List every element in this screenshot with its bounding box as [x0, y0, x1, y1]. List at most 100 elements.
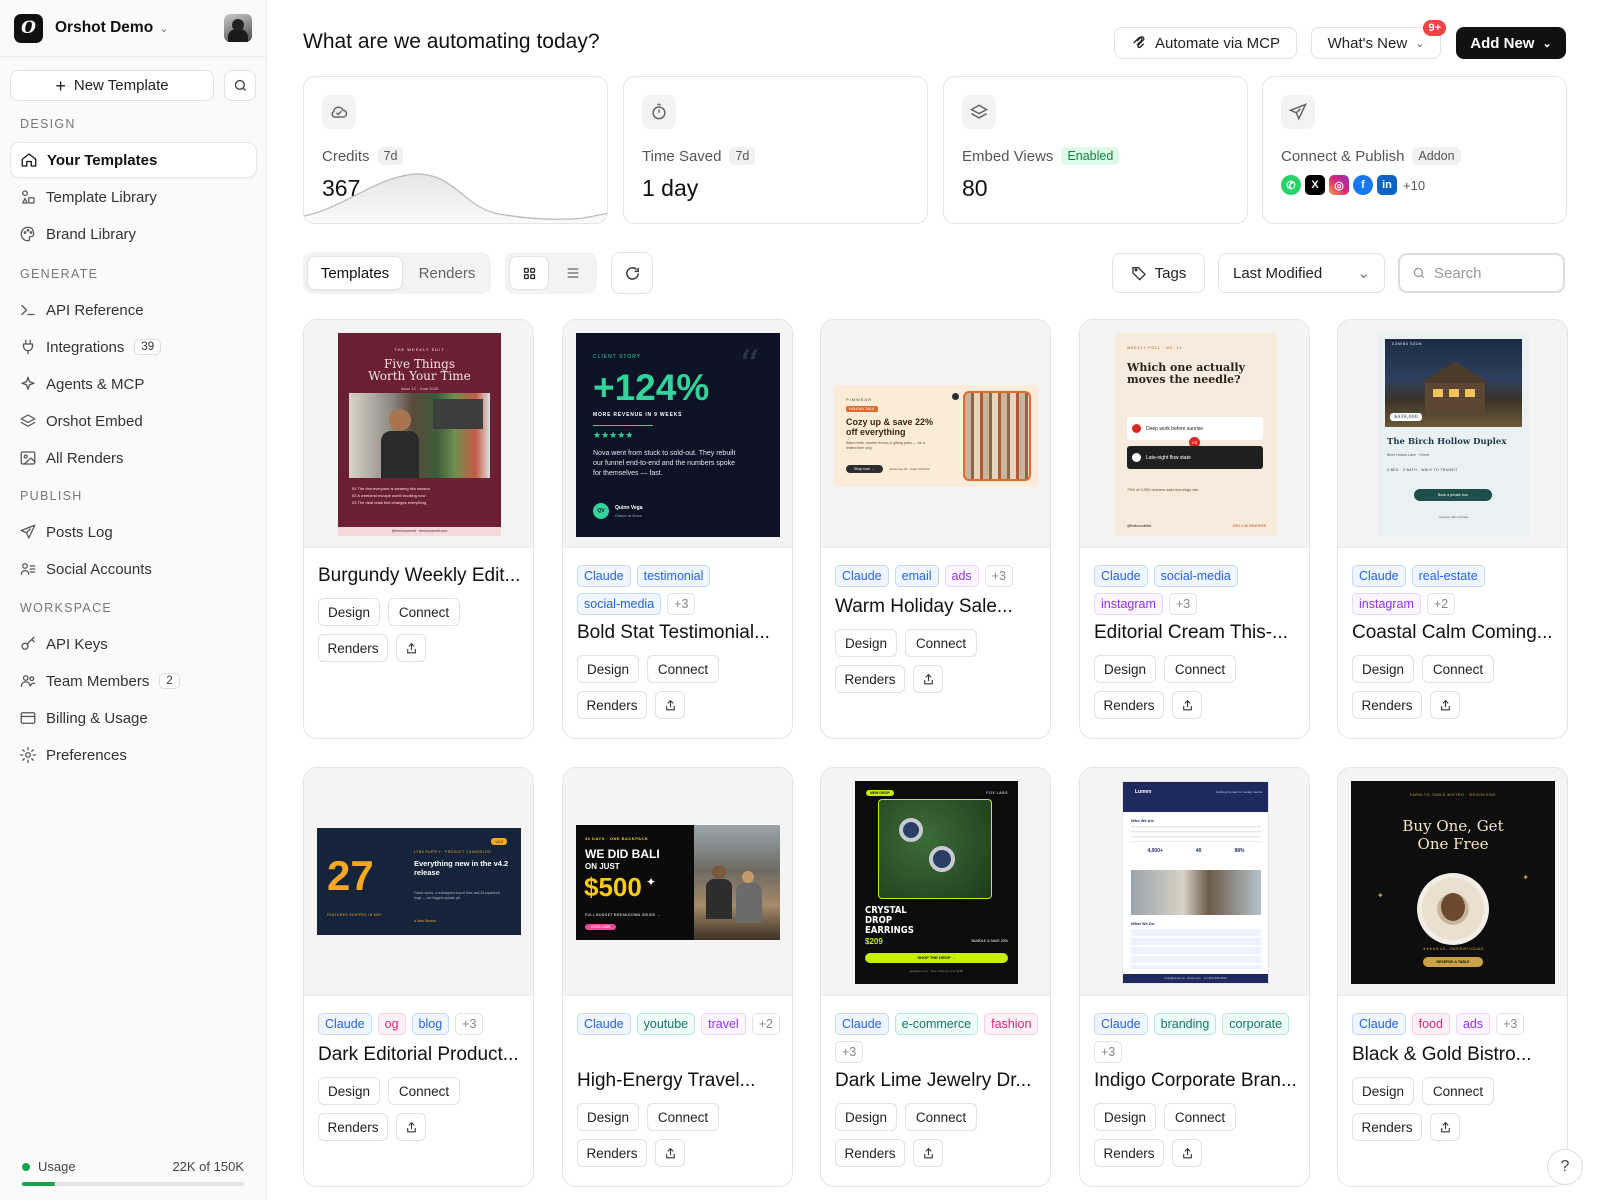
tag-chip[interactable]: Claude [1352, 565, 1406, 587]
tag-chip[interactable]: e-commerce [894, 1013, 979, 1035]
template-card[interactable]: COMING SOON $439,000 The Birch Hollow Du… [1337, 319, 1568, 739]
sidebar-item-billing-usage[interactable]: Billing & Usage [10, 700, 257, 736]
template-card[interactable]: FARM-TO-TABLE BISTRO · BROOKSIDE Buy One… [1337, 767, 1568, 1187]
template-thumbnail[interactable]: CLIENT STORY “ +124% MORE REVENUE IN 9 W… [563, 320, 792, 548]
sidebar-item-posts-log[interactable]: Posts Log [10, 514, 257, 550]
template-name[interactable]: Bold Stat Testimonial... [577, 622, 770, 644]
renders-button[interactable]: Renders [1352, 691, 1422, 719]
share-button[interactable] [1430, 691, 1460, 719]
renders-button[interactable]: Renders [1094, 1139, 1164, 1167]
sidebar-item-brand-library[interactable]: Brand Library [10, 216, 257, 252]
tag-chip[interactable]: +3 [984, 565, 1013, 587]
tag-chip[interactable]: +3 [667, 593, 696, 615]
renders-button[interactable]: Renders [318, 1113, 388, 1141]
template-name[interactable]: Dark Editorial Product... [318, 1044, 519, 1066]
template-thumbnail[interactable]: 27 FEATURES SHIPPED IN MAY v4.2 LYRA SUP… [304, 768, 533, 996]
share-button[interactable] [913, 665, 943, 693]
add-new-button[interactable]: Add New ⌄ [1456, 27, 1566, 59]
sidebar-item-team-members[interactable]: Team Members 2 [10, 663, 257, 699]
design-button[interactable]: Design [1352, 1077, 1414, 1105]
tag-chip[interactable]: +3 [1094, 1041, 1123, 1063]
tag-chip[interactable]: corporate [1222, 1013, 1290, 1035]
tag-chip[interactable]: Claude [577, 1013, 631, 1035]
tag-chip[interactable]: ads [944, 565, 979, 587]
sidebar-item-api-keys[interactable]: API Keys [10, 626, 257, 662]
stat-card-connect-publish[interactable]: Connect & Publish Addon ✆ X ◎ f in +10 [1262, 76, 1567, 224]
template-card[interactable]: THE WEEKLY EDIT Five Things Worth Your T… [303, 319, 534, 739]
tag-chip[interactable]: Claude [1094, 1013, 1148, 1035]
template-thumbnail[interactable]: PIMWEAR HOLIDAY SALE Cozy up & save 22% … [821, 320, 1050, 548]
tag-chip[interactable]: Claude [1352, 1013, 1406, 1035]
connect-button[interactable]: Connect [1164, 1103, 1236, 1131]
template-card[interactable]: 27 FEATURES SHIPPED IN MAY v4.2 LYRA SUP… [303, 767, 534, 1187]
share-button[interactable] [655, 691, 685, 719]
renders-button[interactable]: Renders [577, 691, 647, 719]
template-name[interactable]: Editorial Cream This-... [1094, 622, 1288, 644]
template-thumbnail[interactable]: WEEKLY POLL · NO. 14 Which one actually … [1080, 320, 1309, 548]
template-card[interactable]: CLIENT STORY “ +124% MORE REVENUE IN 9 W… [562, 319, 793, 739]
tag-chip[interactable]: +2 [1426, 593, 1456, 615]
sort-select[interactable]: Last Modified ⌄ [1218, 253, 1385, 293]
tag-chip[interactable]: travel [701, 1013, 746, 1035]
tag-chip[interactable]: social-media [1153, 565, 1238, 587]
design-button[interactable]: Design [1352, 655, 1414, 683]
tags-button[interactable]: Tags [1112, 253, 1205, 293]
share-button[interactable] [913, 1139, 943, 1167]
sidebar-item-orshot-embed[interactable]: Orshot Embed [10, 403, 257, 439]
sidebar-search-button[interactable] [224, 70, 256, 101]
tag-chip[interactable]: Claude [1094, 565, 1148, 587]
tag-chip[interactable]: og [377, 1013, 406, 1035]
avatar[interactable] [224, 14, 252, 42]
tag-chip[interactable]: ads [1455, 1013, 1491, 1035]
template-thumbnail[interactable]: COMING SOON $439,000 The Birch Hollow Du… [1338, 320, 1567, 548]
help-button[interactable]: ? [1547, 1149, 1583, 1185]
template-name[interactable]: Warm Holiday Sale... [835, 596, 1013, 618]
template-card[interactable]: NEW DROP FOX LABS CRYSTAL DROP EARRINGS … [820, 767, 1051, 1187]
tab-templates[interactable]: Templates [307, 256, 403, 290]
renders-button[interactable]: Renders [1094, 691, 1164, 719]
tag-chip[interactable]: Claude [577, 565, 631, 587]
connect-button[interactable]: Connect [647, 655, 719, 683]
connect-button[interactable]: Connect [1422, 1077, 1494, 1105]
design-button[interactable]: Design [577, 655, 639, 683]
template-name[interactable]: Burgundy Weekly Edit... [318, 565, 520, 587]
tag-chip[interactable]: real-estate [1411, 565, 1485, 587]
tag-chip[interactable]: social-media [577, 593, 662, 615]
sidebar-item-preferences[interactable]: Preferences [10, 737, 257, 773]
template-card[interactable]: Lumen Lighting the way for modern teams … [1079, 767, 1310, 1187]
renders-button[interactable]: Renders [835, 1139, 905, 1167]
template-name[interactable]: Dark Lime Jewelry Dr... [835, 1070, 1031, 1092]
template-thumbnail[interactable]: THE WEEKLY EDIT Five Things Worth Your T… [304, 320, 533, 548]
tag-chip[interactable]: Claude [835, 1013, 889, 1035]
tag-chip[interactable]: +3 [835, 1041, 864, 1063]
template-card[interactable]: WEEKLY POLL · NO. 14 Which one actually … [1079, 319, 1310, 739]
sidebar-item-api-reference[interactable]: API Reference [10, 292, 257, 328]
stat-card-time-saved[interactable]: Time Saved 7d 1 day [623, 76, 928, 224]
renders-button[interactable]: Renders [835, 665, 905, 693]
tag-chip[interactable]: instagram [1094, 593, 1163, 615]
template-thumbnail[interactable]: 30 DAYS · ONE BACKPACK WE DID BALI ON JU… [563, 768, 792, 996]
automate-via-mcp-button[interactable]: Automate via MCP [1114, 27, 1297, 59]
search-input[interactable]: Search [1398, 253, 1565, 293]
connect-button[interactable]: Connect [1422, 655, 1494, 683]
renders-button[interactable]: Renders [1352, 1113, 1422, 1141]
connect-button[interactable]: Connect [905, 1103, 977, 1131]
tag-chip[interactable]: email [894, 565, 939, 587]
tag-chip[interactable]: +2 [751, 1013, 780, 1035]
stat-card-embed-views[interactable]: Embed Views Enabled 80 [943, 76, 1248, 224]
design-button[interactable]: Design [318, 598, 380, 626]
sidebar-item-template-library[interactable]: Template Library [10, 179, 257, 215]
design-button[interactable]: Design [1094, 1103, 1156, 1131]
connect-button[interactable]: Connect [388, 598, 460, 626]
template-card[interactable]: 30 DAYS · ONE BACKPACK WE DID BALI ON JU… [562, 767, 793, 1187]
connect-button[interactable]: Connect [905, 629, 977, 657]
tag-chip[interactable]: testimonial [636, 565, 711, 587]
tag-chip[interactable]: food [1411, 1013, 1450, 1035]
tag-chip[interactable]: Claude [318, 1013, 372, 1035]
tag-chip[interactable]: +3 [1168, 593, 1198, 615]
template-thumbnail[interactable]: FARM-TO-TABLE BISTRO · BROOKSIDE Buy One… [1338, 768, 1567, 996]
design-button[interactable]: Design [318, 1077, 380, 1105]
sidebar-item-agents-mcp[interactable]: Agents & MCP [10, 366, 257, 402]
design-button[interactable]: Design [835, 1103, 897, 1131]
sidebar-item-your-templates[interactable]: Your Templates [10, 142, 257, 178]
